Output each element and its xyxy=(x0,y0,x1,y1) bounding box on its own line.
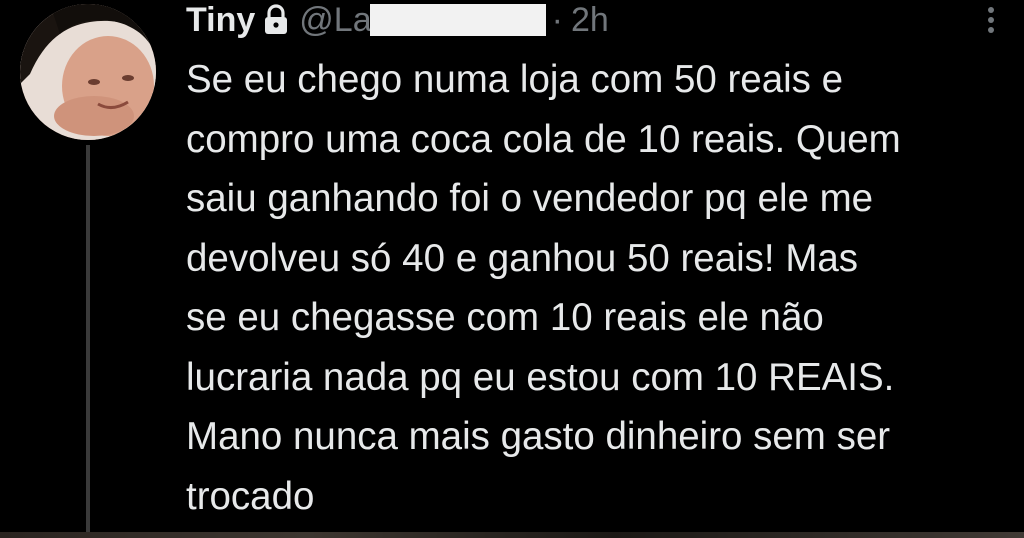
lock-icon xyxy=(263,4,289,36)
tweet-text: Se eu chego numa loja com 50 reais e com… xyxy=(186,50,1016,526)
tweet-card[interactable]: ⁨Tiny⁩ @La · 2h Se eu chego numa loja co… xyxy=(0,0,1024,538)
thread-line xyxy=(86,145,90,538)
avatar-image xyxy=(20,4,156,140)
tweet-text-line: compro uma coca cola de 10 reais. Quem xyxy=(186,117,901,161)
avatar[interactable] xyxy=(20,4,156,140)
more-dots-icon[interactable] xyxy=(978,2,1004,38)
user-handle[interactable]: @La xyxy=(299,0,371,40)
separator-dot: · xyxy=(551,1,563,39)
tweet-text-line: Mano nunca mais gasto dinheiro sem ser xyxy=(186,415,891,458)
tweet-text-line: trocado xyxy=(186,474,315,518)
tweet-text-line: se eu chegasse com 10 reais ele não xyxy=(186,296,824,339)
display-name[interactable]: ⁨Tiny⁩ xyxy=(186,0,255,40)
attached-media-edge[interactable] xyxy=(0,532,1024,538)
tweet-text-line: devolveu só 40 e ganhou 50 reais! Mas xyxy=(186,236,859,280)
tweet-text-line: Se eu chego numa loja com 50 reais e xyxy=(186,58,844,101)
tweet-header: ⁨Tiny⁩ @La · 2h xyxy=(186,0,609,40)
timestamp[interactable]: 2h xyxy=(571,0,609,40)
tweet-text-line: lucraria nada pq eu estou com 10 REAIS. xyxy=(186,355,895,399)
tweet-text-line: saiu ganhando foi o vendedor pq ele me xyxy=(186,177,874,220)
redaction-mask xyxy=(369,4,546,36)
